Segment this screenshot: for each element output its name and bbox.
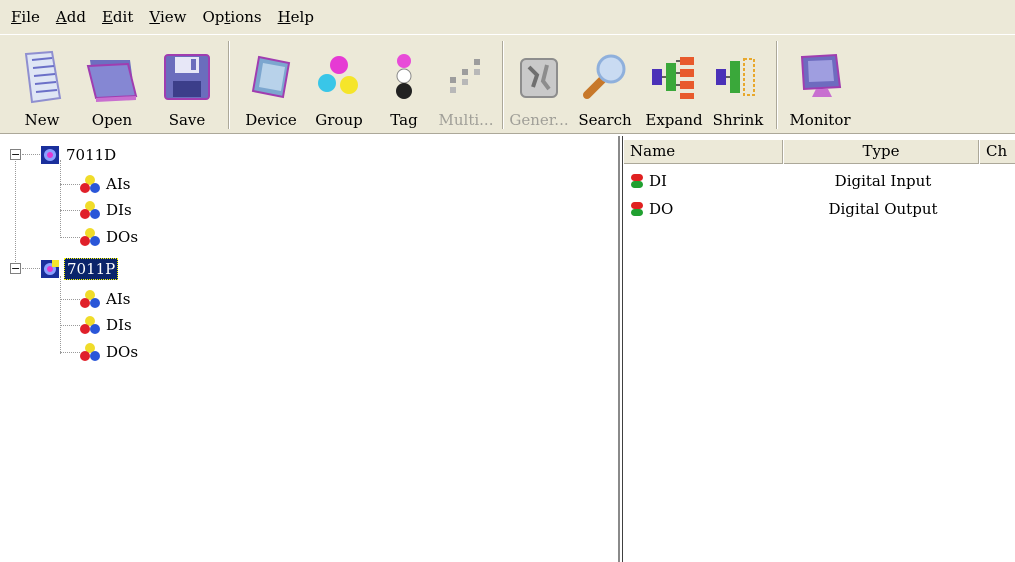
- save-button[interactable]: Save: [152, 37, 222, 133]
- shrink-tree-icon: [710, 49, 766, 105]
- multi-tag-icon: [438, 49, 494, 105]
- group-icon: [80, 342, 100, 362]
- device-label: Device: [245, 111, 297, 129]
- open-button[interactable]: Open: [72, 37, 152, 133]
- group-label: AIs: [106, 175, 131, 193]
- monitor-button[interactable]: Monitor: [784, 37, 856, 133]
- group-label: DOs: [106, 228, 139, 246]
- traffic-light-icon: [631, 202, 643, 216]
- column-header-type[interactable]: Type: [783, 140, 979, 164]
- list-header: Name Type Ch: [623, 140, 1015, 164]
- search-label: Search: [578, 111, 632, 129]
- tree-node-dos[interactable]: DOs: [80, 341, 140, 363]
- column-header-name[interactable]: Name: [623, 140, 783, 164]
- collapse-toggle[interactable]: −: [10, 149, 21, 160]
- tree-line: [60, 184, 80, 185]
- group-icon: [80, 315, 100, 335]
- device-module-icon: [243, 49, 299, 105]
- new-label: New: [24, 111, 60, 129]
- device-button[interactable]: Device: [236, 37, 306, 133]
- tag-icon: [376, 49, 432, 105]
- toolbar-separator: [228, 41, 230, 129]
- floppy-disk-icon: [159, 49, 215, 105]
- tree-line: [60, 276, 61, 354]
- menu-view[interactable]: View: [141, 0, 194, 34]
- device-tree[interactable]: − 7011D AIs DIs DOs − 7011P AIs DIs DOs: [0, 136, 620, 562]
- tag-label: Tag: [390, 111, 418, 129]
- menu-bar: File Add Edit View Options Help: [0, 0, 1015, 34]
- monitor-icon: [792, 49, 848, 105]
- traffic-light-icon: [631, 174, 643, 188]
- tree-line: [60, 160, 61, 238]
- tag-name: DI: [649, 172, 667, 190]
- expand-tree-icon: [646, 49, 702, 105]
- open-label: Open: [91, 111, 133, 129]
- tag-button[interactable]: Tag: [372, 37, 436, 133]
- tag-type: Digital Output: [828, 200, 938, 218]
- generate-tools-icon: [511, 49, 567, 105]
- generate-label: Gener...: [509, 111, 569, 129]
- tree-line: [60, 299, 80, 300]
- tree-line: [22, 268, 40, 269]
- list-item[interactable]: DI Digital Input: [623, 170, 1015, 192]
- shrink-label: Shrink: [712, 111, 764, 129]
- tree-node-dis[interactable]: DIs: [80, 314, 134, 336]
- multi-button[interactable]: Multi...: [436, 37, 496, 133]
- group-icon: [80, 227, 100, 247]
- device-label: 7011D: [66, 146, 117, 164]
- generate-button[interactable]: Gener...: [509, 37, 569, 133]
- list-item[interactable]: DO Digital Output: [623, 198, 1015, 220]
- group-icon: [80, 174, 100, 194]
- search-button[interactable]: Search: [568, 37, 642, 133]
- save-label: Save: [168, 111, 206, 129]
- toolbar-separator: [502, 41, 504, 129]
- menu-add[interactable]: Add: [48, 0, 94, 34]
- tree-node-dos[interactable]: DOs: [80, 226, 140, 248]
- group-label: DOs: [106, 343, 139, 361]
- monitor-label: Monitor: [789, 111, 851, 129]
- group-label: DIs: [106, 201, 132, 219]
- menu-edit[interactable]: Edit: [94, 0, 141, 34]
- tree-line: [60, 210, 80, 211]
- menu-options[interactable]: Options: [194, 0, 269, 34]
- tree-node-device-7011d[interactable]: 7011D: [40, 144, 118, 166]
- tree-node-ais[interactable]: AIs: [80, 288, 132, 310]
- tree-line: [60, 325, 80, 326]
- group-icon: [80, 289, 100, 309]
- multi-label: Multi...: [438, 111, 494, 129]
- tree-line: [15, 154, 16, 268]
- expand-label: Expand: [645, 111, 703, 129]
- shrink-button[interactable]: Shrink: [706, 37, 770, 133]
- tree-node-dis[interactable]: DIs: [80, 199, 134, 221]
- collapse-toggle[interactable]: −: [10, 263, 21, 274]
- menu-help[interactable]: Help: [270, 0, 322, 34]
- tree-node-device-7011p[interactable]: 7011P: [40, 258, 119, 280]
- magnifier-search-icon: [577, 49, 633, 105]
- tree-line: [60, 237, 80, 238]
- open-folder-icon: [84, 49, 140, 105]
- group-icon: [80, 200, 100, 220]
- group-button[interactable]: Group: [306, 37, 372, 133]
- tree-line: [22, 154, 40, 155]
- expand-button[interactable]: Expand: [642, 37, 706, 133]
- tree-node-ais[interactable]: AIs: [80, 173, 132, 195]
- device-icon: [40, 259, 60, 279]
- group-label: Group: [315, 111, 363, 129]
- tree-line: [60, 352, 80, 353]
- tag-name: DO: [649, 200, 674, 218]
- group-icon: [311, 49, 367, 105]
- group-label: AIs: [106, 290, 131, 308]
- device-label: 7011P: [64, 258, 119, 280]
- toolbar-separator: [776, 41, 778, 129]
- column-header-channel[interactable]: Ch: [979, 140, 1015, 164]
- device-icon: [40, 145, 60, 165]
- menu-file[interactable]: File: [8, 0, 48, 34]
- new-button[interactable]: New: [12, 37, 72, 133]
- new-document-icon: [14, 49, 70, 105]
- tag-list[interactable]: Name Type Ch DI Digital Input DO Digital…: [622, 136, 1015, 562]
- group-label: DIs: [106, 316, 132, 334]
- toolbar: New Open Save Device Group Tag Multi... …: [0, 34, 1015, 134]
- tag-type: Digital Input: [834, 172, 932, 190]
